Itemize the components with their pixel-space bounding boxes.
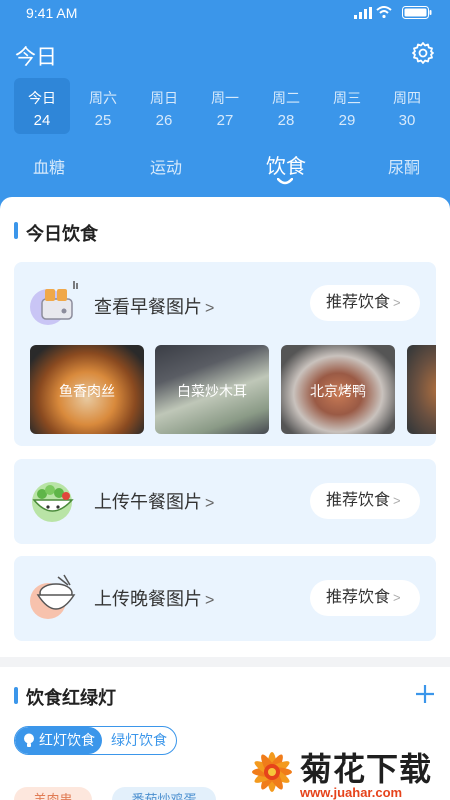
day-item[interactable]: 周日 26 [136,78,192,134]
breakfast-label: 查看早餐图片 [94,297,202,317]
red-light-diet-tab[interactable]: 红灯饮食 [15,727,102,754]
tab-diet[interactable]: 饮食 [266,150,306,179]
breakfast-photos: 鱼香肉丝 白菜炒木耳 北京烤鸭 [30,345,436,435]
food-photo[interactable]: 北京烤鸭 [281,345,395,434]
header: 9:41 AM 今日 今日 24 周六 25 周日 26 周一 27 周二 28… [0,0,450,215]
food-chip-green[interactable]: 番茄炒鸡蛋 [112,787,216,800]
wifi-icon [376,6,392,18]
battery-icon [402,6,432,19]
gear-icon[interactable] [411,41,435,65]
toaster-icon [30,281,78,325]
recommend-dinner-button[interactable]: 推荐饮食 > [310,580,420,616]
day-item[interactable]: 周四 30 [379,78,435,134]
category-tabs: 血糖 运动 饮食 尿酮 [0,148,450,188]
photo-caption: 北京烤鸭 [310,383,366,399]
signal-icon [354,7,372,19]
red-light-label: 红灯饮食 [39,732,95,748]
lunch-label: 上传午餐图片 [94,492,202,512]
diet-light-toggle: 红灯饮食 绿灯饮食 [14,726,177,755]
recommend-label: 推荐饮食 [326,492,391,509]
page-title: 今日 [15,46,57,69]
day-date: 29 [338,112,356,129]
green-light-diet-tab[interactable]: 绿灯饮食 [111,727,167,754]
day-date: 27 [216,112,234,129]
day-weekday: 周六 [89,90,117,106]
upload-dinner-link[interactable]: 上传晚餐图片 > [94,585,214,611]
day-weekday: 周三 [333,90,361,106]
day-date: 30 [398,112,416,129]
food-photo[interactable]: 白菜炒木耳 [155,345,269,434]
dinner-label: 上传晚餐图片 [94,589,202,609]
active-tab-indicator [277,178,293,185]
day-item[interactable]: 周一 27 [197,78,253,134]
chevron-right-icon: > [393,295,401,310]
day-item[interactable]: 周二 28 [258,78,314,134]
upload-lunch-link[interactable]: 上传午餐图片 > [94,488,214,514]
watermark-url: www.juahar.com [300,785,403,800]
recommend-lunch-button[interactable]: 推荐饮食 > [310,483,420,519]
section-marker [14,687,18,704]
lunch-card: 上传午餐图片 > 推荐饮食 > [14,459,436,544]
day-weekday: 周日 [150,90,178,106]
day-item[interactable]: 周三 29 [319,78,375,134]
section-title-traffic: 饮食红绿灯 [26,688,116,708]
diet-panel: 今日饮食 查看早餐图片 > 推荐饮食 > 鱼香肉丝 白菜炒木耳 北京烤鸭 上传午… [0,197,450,657]
day-weekday: 周二 [272,90,300,106]
tab-exercise[interactable]: 运动 [150,154,182,178]
chevron-right-icon: > [205,300,215,317]
day-date: 24 [33,112,51,129]
status-time: 9:41 AM [26,5,78,21]
day-date: 28 [277,112,295,129]
photo-caption: 白菜炒木耳 [177,383,247,399]
site-watermark: 菊花下载网 www.juahar.com [246,744,450,800]
day-date: 25 [94,112,112,129]
dinner-card: 上传晚餐图片 > 推荐饮食 > [14,556,436,641]
food-photo[interactable] [407,345,436,434]
view-breakfast-link[interactable]: 查看早餐图片 > [94,293,214,319]
date-strip: 今日 24 周六 25 周日 26 周一 27 周二 28 周三 29 周四 3… [12,78,442,136]
section-title-diet: 今日饮食 [26,224,98,244]
plus-icon[interactable] [414,683,436,705]
day-item[interactable]: 周六 25 [75,78,131,134]
section-marker [14,222,18,239]
food-chip-red[interactable]: 羊肉串 [14,787,92,800]
day-weekday: 周四 [393,90,421,106]
tab-blood-sugar[interactable]: 血糖 [33,154,65,178]
breakfast-card: 查看早餐图片 > 推荐饮食 > 鱼香肉丝 白菜炒木耳 北京烤鸭 [14,262,436,446]
day-weekday: 周一 [211,90,239,106]
day-date: 26 [155,112,173,129]
rice-bowl-icon [30,574,76,619]
chevron-right-icon: > [393,590,401,605]
chevron-right-icon: > [205,592,215,609]
day-today[interactable]: 今日 24 [14,78,70,134]
recommend-label: 推荐饮食 [326,589,391,606]
chrysanthemum-logo-icon [252,752,292,792]
status-bar: 9:41 AM [0,0,450,26]
photo-caption: 鱼香肉丝 [59,383,115,399]
chevron-right-icon: > [205,495,215,512]
chevron-right-icon: > [393,493,401,508]
recommend-label: 推荐饮食 [326,294,391,311]
recommend-breakfast-button[interactable]: 推荐饮食 > [310,285,420,321]
day-weekday: 今日 [28,90,56,106]
lightbulb-icon [24,733,34,747]
tab-urine-ketone[interactable]: 尿酮 [388,154,420,178]
salad-icon [32,482,74,522]
food-photo[interactable]: 鱼香肉丝 [30,345,144,434]
